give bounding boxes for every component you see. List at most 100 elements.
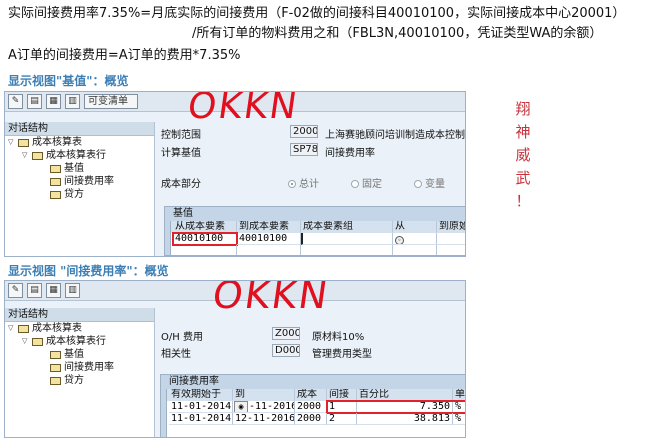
expand-arrow-icon[interactable]: ▽ — [8, 136, 16, 149]
nav-item-cost-sheet[interactable]: ▽ 成本核算表 — [5, 322, 154, 335]
open-folder-icon — [50, 165, 61, 173]
base-grid-title: 基值 — [165, 207, 465, 221]
col-to-element: 到成本要素 — [237, 221, 301, 233]
date-picker-icon[interactable]: ◉ — [234, 401, 248, 412]
col-indirect: 间接 — [327, 389, 357, 401]
folder-icon — [50, 351, 61, 359]
expand-arrow-icon[interactable]: ▽ — [22, 335, 30, 348]
variable-list-button[interactable]: 可变清单 — [84, 94, 138, 109]
side-vertical-text: 翔 神 威 武 ！ — [512, 98, 534, 213]
indirect-cell[interactable]: 2 — [327, 413, 357, 425]
radio-total[interactable]: 总计 — [288, 175, 319, 190]
nav-item-overhead-rate[interactable]: 间接费用率 — [5, 361, 154, 374]
side-char: 神 — [515, 123, 531, 141]
edit-pencil-icon[interactable]: ✎ — [8, 94, 23, 109]
from-cell[interactable]: ◦ — [393, 233, 437, 245]
nav-item-cost-sheet[interactable]: ▽ 成本核算表 — [5, 136, 154, 149]
panel1-detail-area: 控制范围 2000 上海赛驰顾问培训制造成本控制范围 计算基值 SP78 间接费… — [156, 113, 465, 256]
radio-total-label: 总计 — [299, 179, 319, 190]
nav-item-base[interactable]: 基值 — [5, 348, 154, 361]
edit-pencil-icon[interactable]: ✎ — [8, 283, 23, 298]
col-element-group: 成本要素组 — [301, 221, 393, 233]
valid-from-cell[interactable]: 11-01-2014 — [169, 401, 233, 413]
nav-item-label: 成本核算表行 — [46, 150, 106, 161]
radio-fixed[interactable]: 固定 — [351, 175, 382, 190]
to-origin-cell[interactable] — [437, 233, 465, 245]
nav-item-base[interactable]: 基值 — [5, 162, 154, 175]
col-unit: 单位 — [453, 389, 465, 401]
valid-to-cell[interactable]: ◉ -11-2016 — [233, 401, 295, 413]
radio-selected-icon — [288, 180, 296, 188]
radio-icon — [351, 180, 359, 188]
to-element-cell[interactable]: 40010100 — [237, 233, 301, 245]
panel2-heading: 显示视图 "间接费用率"：概览 — [8, 264, 169, 278]
select-all-icon[interactable]: ▥ — [65, 283, 80, 298]
delete-icon[interactable]: ▦ — [46, 283, 61, 298]
col-valid-from: 有效期始于 — [169, 389, 233, 401]
row-selector[interactable] — [161, 401, 167, 413]
base-grid: 基值 从成本要素 到成本要素 成本要素组 从 到原始 40010100 4001… — [164, 206, 465, 256]
col-cost: 成本 — [295, 389, 327, 401]
cost-cell[interactable]: 2000 — [295, 401, 327, 413]
side-char: 威 — [515, 146, 531, 164]
panel1-dialog-structure: 对话结构 ▽ 成本核算表 ▽ 成本核算表行 基值 间接费用率 贷方 — [5, 122, 155, 256]
nav-item-label: 间接费用率 — [64, 362, 114, 373]
radio-variable-label: 变量 — [425, 179, 445, 190]
empty-cell[interactable] — [237, 245, 301, 255]
nav-item-cost-sheet-rows[interactable]: ▽ 成本核算表行 — [5, 149, 154, 162]
row-selector[interactable] — [161, 425, 167, 437]
expand-arrow-icon[interactable]: ▽ — [8, 322, 16, 335]
dependency-label: 相关性 — [161, 349, 191, 360]
nav-item-label: 贷方 — [64, 375, 84, 386]
empty-cell[interactable] — [301, 245, 393, 255]
nav-item-label: 成本核算表 — [32, 323, 82, 334]
percentage-cell[interactable]: 38.813 — [357, 413, 453, 425]
nav-item-cost-sheet-rows[interactable]: ▽ 成本核算表行 — [5, 335, 154, 348]
row-selector[interactable] — [165, 245, 171, 255]
row-selector[interactable] — [165, 221, 171, 233]
base-label: 计算基值 — [161, 148, 201, 159]
base-description: 间接费用率 — [325, 148, 375, 159]
overhead-grid-header: 有效期始于 到 成本 间接 百分比 单位 — [161, 389, 465, 401]
empty-cell[interactable] — [437, 245, 465, 255]
cost-cell[interactable]: 2000 — [295, 413, 327, 425]
dependency-field[interactable]: D000 — [272, 344, 300, 357]
save-icon[interactable]: ▤ — [27, 283, 42, 298]
nav-item-credit[interactable]: 贷方 — [5, 188, 154, 201]
select-all-icon[interactable]: ▥ — [65, 94, 80, 109]
empty-cell[interactable] — [393, 245, 437, 255]
nav-item-label: 成本核算表 — [32, 137, 82, 148]
overhead-description: 原材料10% — [312, 332, 365, 343]
delete-icon[interactable]: ▦ — [46, 94, 61, 109]
expand-arrow-icon[interactable]: ▽ — [22, 149, 30, 162]
handwritten-annotation-okkn: OKKN — [209, 280, 333, 317]
row-selector[interactable] — [161, 389, 167, 401]
row-selector[interactable] — [165, 233, 171, 245]
note-line-3: A订单的间接费用=A订单的费用*7.35% — [8, 48, 241, 63]
panel2-window: ✎ ▤ ▦ ▥ 对话结构 ▽ 成本核算表 ▽ 成本核算表行 基值 间接费用率 贷… — [4, 280, 466, 438]
element-group-cell[interactable] — [301, 233, 393, 245]
radio-variable[interactable]: 变量 — [414, 175, 445, 190]
side-char: 翔 — [515, 100, 531, 118]
overhead-rate-grid-title: 间接费用率 — [161, 375, 465, 389]
dialog-structure-header: 对话结构 — [5, 122, 154, 136]
nav-item-overhead-rate[interactable]: 间接费用率 — [5, 175, 154, 188]
nav-item-label: 成本核算表行 — [46, 336, 106, 347]
valid-to-cell[interactable]: 12-11-2016 — [233, 413, 295, 425]
base-field[interactable]: SP78 — [290, 143, 318, 156]
table-row-empty — [165, 245, 465, 255]
note-line-2: /所有订单的物料费用之和（FBL3N,40010100，凭证类型WA的余额） — [192, 26, 603, 41]
value-help-icon[interactable]: ◦ — [395, 236, 404, 244]
row-selector[interactable] — [161, 413, 167, 425]
from-element-cell[interactable]: 40010100 — [172, 232, 238, 246]
overhead-field[interactable]: Z000 — [272, 327, 300, 340]
valid-from-cell[interactable]: 11-01-2014 — [169, 413, 233, 425]
radio-fixed-label: 固定 — [362, 179, 382, 190]
save-icon[interactable]: ▤ — [27, 94, 42, 109]
folder-icon — [18, 139, 29, 147]
unit-cell[interactable]: % — [453, 413, 465, 425]
col-from: 从 — [393, 221, 437, 233]
folder-icon — [18, 325, 29, 333]
nav-item-credit[interactable]: 贷方 — [5, 374, 154, 387]
empty-cell[interactable] — [173, 245, 237, 255]
